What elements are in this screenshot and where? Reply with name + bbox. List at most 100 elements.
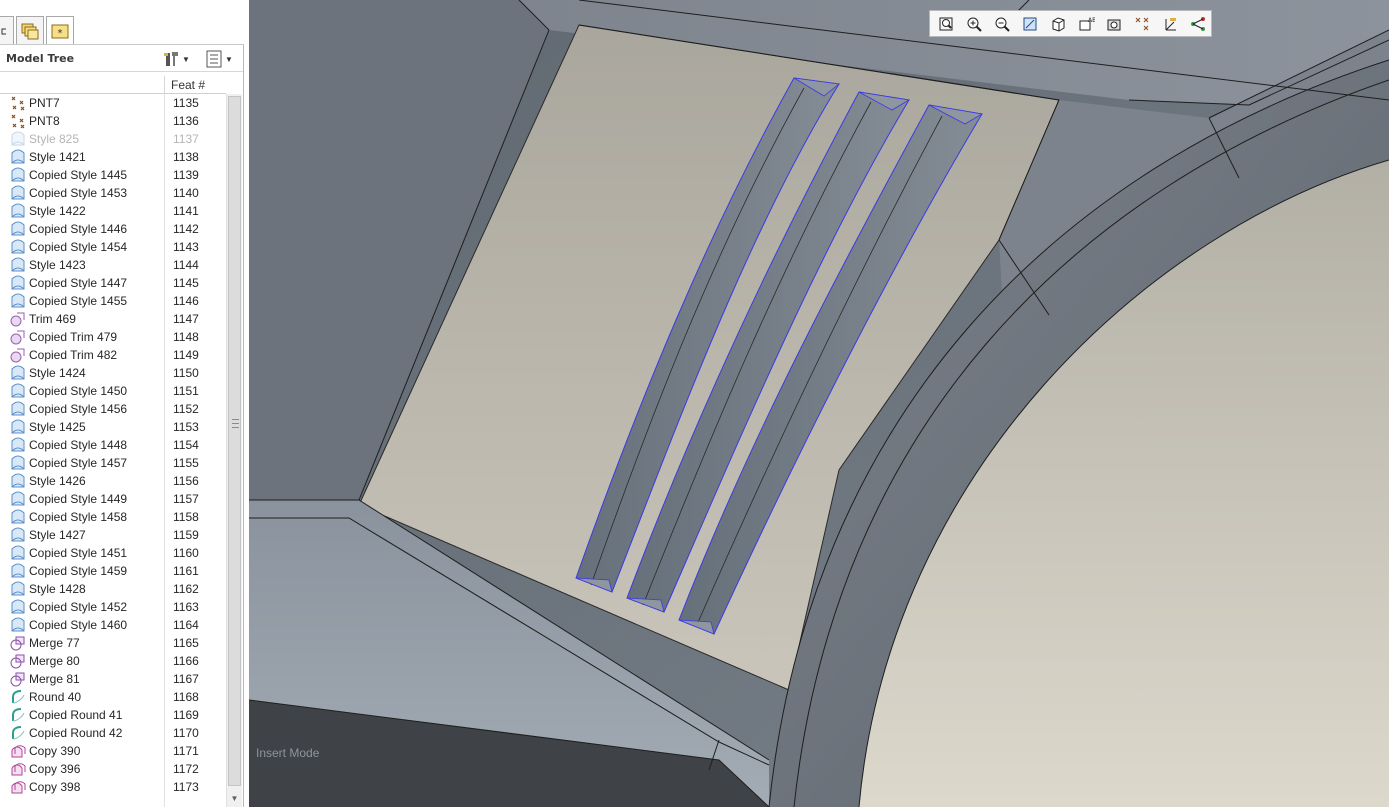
tree-row[interactable]: PNT7 1135 <box>0 94 226 112</box>
tree-row[interactable]: Round 40 1168 <box>0 688 226 706</box>
tree-row-feat-number: 1156 <box>173 474 199 488</box>
tree-row[interactable]: Merge 80 1166 <box>0 652 226 670</box>
tree-row[interactable]: Copy 396 1172 <box>0 760 226 778</box>
tree-row[interactable]: Copied Round 41 1169 <box>0 706 226 724</box>
tree-row[interactable]: Copy 398 1173 <box>0 778 226 796</box>
tree-row-name: Copied Style 1448 <box>29 438 128 452</box>
tree-row[interactable]: Copied Style 1445 1139 <box>0 166 226 184</box>
datum-point-icon <box>10 113 26 129</box>
annotations-display-button[interactable] <box>1186 13 1210 35</box>
feat-number-column-header[interactable]: Feat # <box>164 76 226 94</box>
tree-row[interactable]: Copied Style 1451 1160 <box>0 544 226 562</box>
tree-row-feat-number: 1143 <box>173 240 199 254</box>
style-icon <box>10 491 26 507</box>
style-icon <box>10 131 26 147</box>
repaint-button[interactable] <box>1018 13 1042 35</box>
tree-row[interactable]: Style 825 1137 <box>0 130 226 148</box>
style-icon <box>10 239 26 255</box>
refit-button[interactable] <box>934 13 958 35</box>
tree-row[interactable]: Copied Style 1452 1163 <box>0 598 226 616</box>
style-icon <box>10 545 26 561</box>
tree-row-name: Round 40 <box>29 690 82 704</box>
tree-row-feat-number: 1136 <box>173 114 199 128</box>
display-style-button[interactable] <box>1046 13 1070 35</box>
tree-row[interactable]: Copied Style 1460 1164 <box>0 616 226 634</box>
tree-row-feat-number: 1167 <box>173 672 199 686</box>
tree-row-feat-number: 1135 <box>173 96 199 110</box>
view-manager-button[interactable] <box>1102 13 1126 35</box>
tree-row[interactable]: Style 1425 1153 <box>0 418 226 436</box>
tree-row[interactable]: Copied Style 1447 1145 <box>0 274 226 292</box>
tree-row[interactable]: Copied Style 1458 1158 <box>0 508 226 526</box>
tree-row[interactable]: Copied Trim 479 1148 <box>0 328 226 346</box>
tree-row-name: Style 1428 <box>29 582 86 596</box>
tree-row[interactable]: Style 1421 1138 <box>0 148 226 166</box>
tree-row-name: Copy 396 <box>29 762 81 776</box>
tree-row[interactable]: Copied Style 1457 1155 <box>0 454 226 472</box>
tree-row[interactable]: Copied Style 1456 1152 <box>0 400 226 418</box>
tree-row-feat-number: 1166 <box>173 654 199 668</box>
tree-row-feat-number: 1171 <box>173 744 199 758</box>
tree-row-feat-number: 1140 <box>173 186 199 200</box>
tree-row[interactable]: PNT8 1136 <box>0 112 226 130</box>
tree-row-feat-number: 1159 <box>173 528 199 542</box>
settings-dropdown-button[interactable]: ▼ <box>162 50 190 68</box>
style-icon <box>10 401 26 417</box>
tree-row[interactable]: Copied Style 1449 1157 <box>0 490 226 508</box>
svg-text:*: * <box>58 28 63 39</box>
datum-points-display-icon <box>1135 17 1149 30</box>
tree-row-feat-number: 1169 <box>173 708 199 722</box>
style-icon <box>10 473 26 489</box>
tab-favorites[interactable]: * <box>46 16 74 44</box>
datum-points-display-button[interactable] <box>1130 13 1154 35</box>
view-manager-icon <box>1107 19 1121 30</box>
coordinate-systems-display-button[interactable] <box>1158 13 1182 35</box>
zoom-out-button[interactable] <box>990 13 1014 35</box>
tree-row-name: Copied Trim 479 <box>29 330 118 344</box>
tree-row[interactable]: Copied Style 1454 1143 <box>0 238 226 256</box>
style-icon <box>10 419 26 435</box>
favorites-folder-icon: * <box>51 24 69 39</box>
graphics-window[interactable]: AB Insert Mode <box>249 0 1389 807</box>
show-dropdown-button[interactable]: ▼ <box>205 50 233 68</box>
refit-icon <box>939 17 953 30</box>
saved-views-button[interactable]: AB <box>1074 13 1098 35</box>
tree-row-feat-number: 1145 <box>173 276 199 290</box>
grip-icon <box>232 419 239 428</box>
scrollbar-thumb[interactable] <box>228 96 241 786</box>
tree-row[interactable]: Copied Style 1448 1154 <box>0 436 226 454</box>
tree-row-feat-number: 1144 <box>173 258 199 272</box>
tree-row[interactable]: Style 1428 1162 <box>0 580 226 598</box>
tree-row-name: Copied Style 1456 <box>29 402 128 416</box>
tree-row[interactable]: Trim 469 1147 <box>0 310 226 328</box>
tree-row[interactable]: Copied Round 42 1170 <box>0 724 226 742</box>
tree-row-name: Copy 398 <box>29 780 81 794</box>
tree-row[interactable]: Style 1426 1156 <box>0 472 226 490</box>
tree-row[interactable]: Copied Style 1446 1142 <box>0 220 226 238</box>
tree-row-name: PNT8 <box>29 114 60 128</box>
tree-row[interactable]: Copied Style 1455 1146 <box>0 292 226 310</box>
tree-row-feat-number: 1162 <box>173 582 199 596</box>
tree-row[interactable]: Copy 390 1171 <box>0 742 226 760</box>
tree-row[interactable]: Copied Style 1450 1151 <box>0 382 226 400</box>
tree-row[interactable]: Copied Style 1453 1140 <box>0 184 226 202</box>
style-icon <box>10 203 26 219</box>
model-render <box>249 0 1389 807</box>
tree-row[interactable]: Merge 77 1165 <box>0 634 226 652</box>
tree-row[interactable]: Copied Style 1459 1161 <box>0 562 226 580</box>
tree-row-name: Copied Style 1451 <box>29 546 128 560</box>
tree-scrollbar[interactable]: ▲ ▼ <box>226 94 242 807</box>
tree-row[interactable]: Style 1423 1144 <box>0 256 226 274</box>
tree-row[interactable]: Style 1422 1141 <box>0 202 226 220</box>
scroll-down-icon[interactable]: ▼ <box>227 791 242 806</box>
model-tree-header: Model Tree ▼ ▼ <box>0 46 243 72</box>
tab-folder-browser[interactable] <box>16 16 44 44</box>
style-icon <box>10 617 26 633</box>
tree-row[interactable]: Style 1427 1159 <box>0 526 226 544</box>
insert-mode-label: Insert Mode <box>256 746 320 760</box>
tree-row[interactable]: Copied Trim 482 1149 <box>0 346 226 364</box>
tree-row[interactable]: Style 1424 1150 <box>0 364 226 382</box>
tree-row[interactable]: Merge 81 1167 <box>0 670 226 688</box>
tab-layers[interactable] <box>0 16 14 44</box>
zoom-in-button[interactable] <box>962 13 986 35</box>
